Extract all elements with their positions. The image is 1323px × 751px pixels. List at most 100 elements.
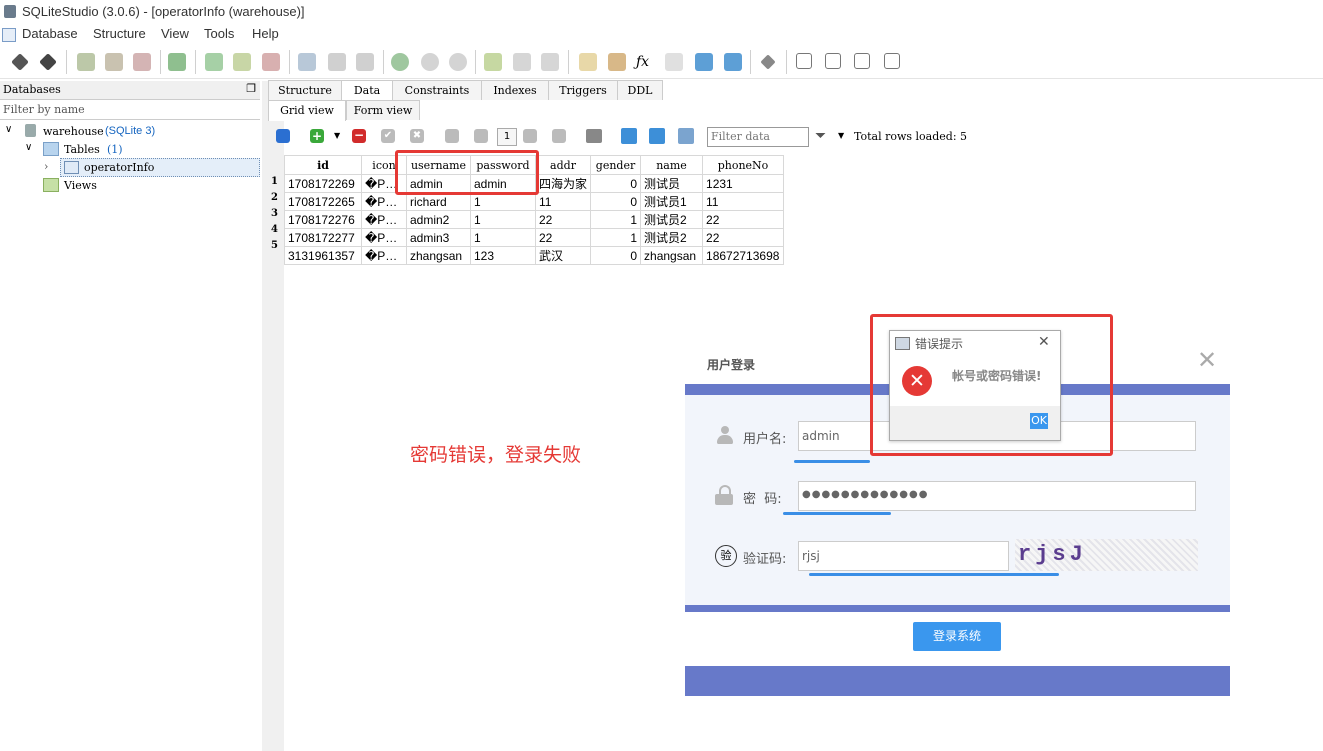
grid-cell[interactable]: 1	[590, 228, 642, 247]
cascade-windows-icon[interactable]	[884, 53, 900, 69]
edit-database-icon[interactable]	[105, 53, 123, 71]
tab-triggers[interactable]: Triggers	[548, 80, 618, 100]
menu-tools[interactable]: Tools	[204, 26, 234, 41]
edit-table-icon[interactable]	[233, 53, 251, 71]
delete-index-icon[interactable]	[356, 53, 374, 71]
captcha-input[interactable]: rjsj	[798, 541, 1009, 571]
grid-cell[interactable]: 四海为家	[534, 174, 592, 193]
page-number-field[interactable]: 1	[497, 128, 517, 146]
row-number[interactable]: 2	[271, 190, 284, 206]
grid-cell[interactable]: 0	[590, 246, 642, 265]
undock-icon[interactable]: ❐	[246, 82, 256, 95]
settings-wrench-icon[interactable]	[760, 54, 776, 70]
chevron-down-icon[interactable]: ∨	[5, 124, 12, 135]
delete-view-icon[interactable]	[541, 53, 559, 71]
last-page-icon[interactable]	[552, 129, 566, 143]
populate-icon[interactable]	[678, 128, 694, 144]
grid-cell[interactable]: �P…	[361, 246, 407, 265]
grid-cell[interactable]: 1	[590, 210, 642, 229]
row-number[interactable]: 1	[271, 174, 284, 190]
tab-data[interactable]: Data	[341, 80, 393, 101]
filter-icon[interactable]: ⏷	[815, 128, 826, 144]
tab-structure[interactable]: Structure	[268, 80, 342, 100]
password-input[interactable]: ●●●●●●●●●●●●●	[798, 481, 1196, 511]
captcha-image[interactable]: rjsJ	[1015, 539, 1198, 571]
row-number[interactable]: 5	[271, 238, 284, 254]
commit-icon[interactable]: ✔	[381, 129, 395, 143]
export-icon[interactable]	[724, 53, 742, 71]
views-label[interactable]: Views	[64, 179, 97, 192]
grid-cell[interactable]: 123	[470, 246, 536, 265]
login-button[interactable]: 登录系统	[913, 622, 1001, 651]
prev-page-icon[interactable]	[474, 129, 488, 143]
grid-cell[interactable]: 测试员1	[640, 192, 704, 211]
first-page-icon[interactable]	[445, 129, 459, 143]
grid-cell[interactable]: �P…	[361, 228, 407, 247]
sql-editor-icon[interactable]	[579, 53, 597, 71]
print-icon[interactable]	[586, 129, 602, 143]
grid-cell[interactable]: 0	[590, 174, 642, 193]
edit-trigger-icon[interactable]	[421, 53, 439, 71]
grid-cell[interactable]: 22	[534, 210, 592, 229]
open-sql-icon[interactable]	[608, 53, 626, 71]
grid-cell[interactable]: admin2	[406, 210, 471, 229]
grid-cell[interactable]: 22	[534, 228, 592, 247]
export-data-icon[interactable]	[649, 128, 665, 144]
create-trigger-icon[interactable]	[391, 53, 409, 71]
add-database-icon[interactable]	[77, 53, 95, 71]
grid-cell[interactable]: �P…	[361, 192, 407, 211]
grid-cell[interactable]: 测试员	[640, 174, 704, 193]
column-header-addr[interactable]: addr	[534, 155, 592, 175]
tile-vertical-icon[interactable]	[854, 53, 870, 69]
edit-index-icon[interactable]	[328, 53, 346, 71]
grid-cell[interactable]: 1231	[702, 174, 785, 193]
tab-indexes[interactable]: Indexes	[481, 80, 549, 100]
grid-cell[interactable]: 1708172265	[284, 192, 362, 211]
row-number[interactable]: 4	[271, 222, 284, 238]
menu-database[interactable]: Database	[22, 26, 78, 41]
grid-cell[interactable]: 11	[702, 192, 785, 211]
grid-cell[interactable]: zhangsan	[406, 246, 471, 265]
rollback-icon[interactable]: ✖	[410, 129, 424, 143]
tables-label[interactable]: Tables	[64, 143, 100, 156]
create-index-icon[interactable]	[298, 53, 316, 71]
tile-horizontal-icon[interactable]	[825, 53, 841, 69]
import-data-icon[interactable]	[621, 128, 637, 144]
column-header-name[interactable]: name	[640, 155, 704, 175]
tree-item-operatorinfo[interactable]: operatorInfo	[60, 158, 260, 177]
create-view-icon[interactable]	[484, 53, 502, 71]
grid-cell[interactable]: 0	[590, 192, 642, 211]
chevron-right-icon[interactable]: ›	[44, 160, 48, 173]
edit-view-icon[interactable]	[513, 53, 531, 71]
delete-table-icon[interactable]	[262, 53, 280, 71]
create-table-icon[interactable]	[205, 53, 223, 71]
grid-cell[interactable]: 18672713698	[702, 246, 785, 265]
grid-cell[interactable]: 1708172276	[284, 210, 362, 229]
disconnect-icon[interactable]	[39, 53, 57, 71]
db-name[interactable]: warehouse	[43, 125, 104, 138]
grid-cell[interactable]: 3131961357	[284, 246, 362, 265]
grid-cell[interactable]: 测试员2	[640, 228, 704, 247]
tab-grid-view[interactable]: Grid view	[268, 100, 346, 121]
function-editor-icon[interactable]: ƒx	[636, 53, 654, 71]
insert-row-icon[interactable]: +	[310, 129, 324, 143]
column-header-phoneno[interactable]: phoneNo	[702, 155, 785, 175]
chevron-down-icon[interactable]: ∨	[25, 142, 32, 153]
refresh-database-icon[interactable]	[168, 53, 186, 71]
row-number[interactable]: 3	[271, 206, 284, 222]
database-filter-input[interactable]: Filter by name	[0, 100, 260, 120]
grid-cell[interactable]: richard	[406, 192, 471, 211]
menu-help[interactable]: Help	[252, 26, 279, 41]
grid-cell[interactable]: 1	[470, 228, 536, 247]
grid-cell[interactable]: 1708172277	[284, 228, 362, 247]
filter-data-input[interactable]: Filter data	[707, 127, 809, 147]
next-page-icon[interactable]	[523, 129, 537, 143]
import-icon[interactable]	[695, 53, 713, 71]
tab-form-view[interactable]: Form view	[346, 100, 420, 120]
grid-cell[interactable]: zhangsan	[640, 246, 704, 265]
delete-row-icon[interactable]: −	[352, 129, 366, 143]
delete-trigger-icon[interactable]	[449, 53, 467, 71]
grid-cell[interactable]: 1708172269	[284, 174, 362, 193]
tile-windows-icon[interactable]	[796, 53, 812, 69]
tab-constraints[interactable]: Constraints	[392, 80, 482, 100]
